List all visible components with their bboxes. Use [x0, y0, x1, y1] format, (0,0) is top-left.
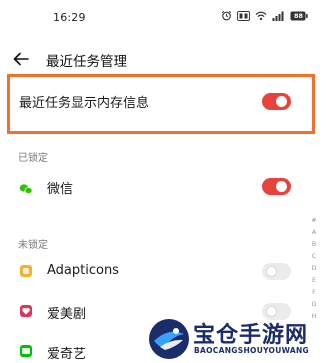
battery-level: 88 [293, 11, 304, 20]
app-name: Adapticons [47, 263, 119, 278]
watermark-subtitle: BAOCANGSHOUYOUWANG [194, 346, 309, 355]
index-letter[interactable]: B [312, 238, 316, 250]
toggle-knob [276, 96, 287, 107]
index-letter[interactable]: D [311, 262, 316, 274]
index-letter[interactable]: C [312, 250, 317, 262]
watermark: 宝仓手游网 BAOCANGSHOUYOUWANG [147, 316, 326, 363]
header: 最近任务管理 [0, 42, 326, 76]
alphabet-index[interactable]: # A B C D E F G H [308, 214, 320, 322]
memory-info-label: 最近任务显示内存信息 [19, 96, 150, 111]
page-title: 最近任务管理 [46, 54, 127, 70]
lock-toggle-adapticons[interactable] [262, 263, 291, 280]
app-name: 爱奇艺 [47, 347, 87, 362]
status-time: 16:29 [53, 11, 86, 24]
back-button[interactable] [10, 48, 32, 70]
watermark-title: 宝仓手游网 [193, 323, 309, 348]
iqiyi-icon [20, 345, 32, 357]
app-row-adapticons[interactable]: Adapticons [0, 260, 326, 284]
index-letter[interactable]: # [311, 214, 316, 226]
app-name: 微信 [47, 182, 74, 197]
wechat-icon [19, 180, 33, 194]
toggle-knob [266, 266, 277, 277]
toggle-knob [276, 181, 287, 192]
aimeiju-icon [20, 305, 32, 317]
index-letter[interactable]: E [312, 274, 316, 286]
index-letter[interactable]: F [312, 286, 316, 298]
index-letter[interactable]: G [311, 298, 316, 310]
wifi-icon [255, 11, 267, 20]
section-header-unlocked: 未锁定 [18, 240, 48, 251]
index-letter[interactable]: A [312, 226, 316, 238]
memory-info-setting-row[interactable]: 最近任务显示内存信息 [0, 88, 326, 114]
screen: 16:29 88 最近任务管理 最近任务显示内存信息 已锁定 微信 未锁定 Ad… [0, 0, 326, 363]
app-name: 爱美剧 [47, 307, 87, 322]
battery-icon: 88 [290, 11, 308, 21]
arrow-left-icon [13, 52, 29, 66]
alarm-icon [221, 10, 232, 21]
data-speed-icon [237, 10, 250, 21]
adapticons-icon [20, 265, 32, 277]
section-header-locked: 已锁定 [18, 153, 48, 164]
app-row-wechat[interactable]: 微信 [0, 174, 326, 198]
status-bar: 16:29 88 [0, 0, 326, 36]
signal-icon [272, 11, 284, 21]
memory-info-toggle[interactable] [262, 93, 291, 110]
status-icons: 88 [221, 10, 308, 21]
lock-toggle-wechat[interactable] [262, 178, 291, 195]
watermark-logo-icon [149, 319, 189, 359]
